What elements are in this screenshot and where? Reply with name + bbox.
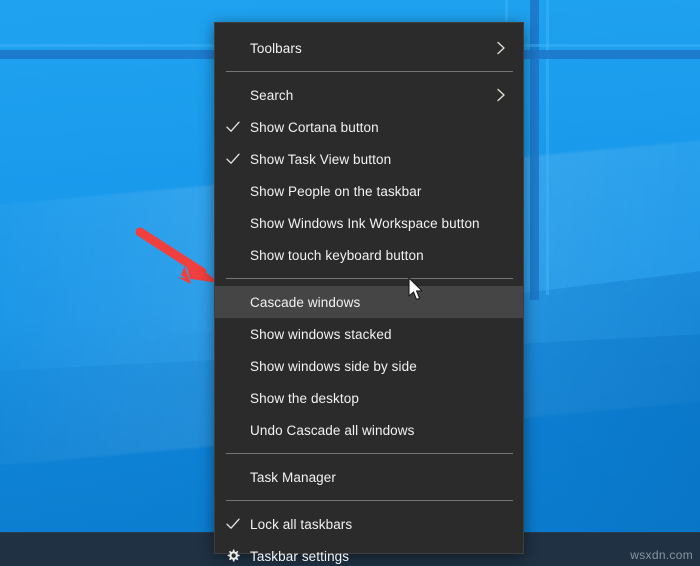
menu-item-label: Show Task View button — [250, 151, 392, 167]
menu-item-show-touch-keyboard-button[interactable]: Show touch keyboard button — [215, 239, 523, 271]
menu-item-label: Search — [250, 87, 294, 103]
menu-item-label: Show Cortana button — [250, 119, 379, 135]
menu-item-label: Show touch keyboard button — [250, 247, 424, 263]
screen: wsxdn.com Toolbars Search Show Cortana but… — [0, 0, 700, 566]
menu-item-show-windows-ink-workspace-button[interactable]: Show Windows Ink Workspace button — [215, 207, 523, 239]
menu-item-gutter — [215, 350, 250, 382]
check-icon — [215, 111, 250, 143]
menu-item-show-cortana-button[interactable]: Show Cortana button — [215, 111, 523, 143]
menu-item-gutter — [215, 461, 250, 493]
check-icon — [215, 508, 250, 540]
menu-item-label: Cascade windows — [250, 294, 361, 310]
menu-item-gutter — [215, 239, 250, 271]
menu-item-label: Show Windows Ink Workspace button — [250, 215, 480, 231]
chevron-right-icon — [493, 88, 509, 102]
gear-icon — [215, 540, 250, 566]
menu-item-gutter — [215, 286, 250, 318]
menu-top-padding — [215, 23, 523, 32]
site-watermark: wsxdn.com — [630, 548, 693, 562]
menu-item-label: Task Manager — [250, 469, 336, 485]
taskbar-context-menu[interactable]: Toolbars Search Show Cortana button Show Ta… — [214, 22, 524, 564]
menu-item-label: Show windows stacked — [250, 326, 392, 342]
chevron-right-icon — [493, 41, 509, 55]
menu-item-gutter — [215, 79, 250, 111]
menu-item-show-task-view-button[interactable]: Show Task View button — [215, 143, 523, 175]
menu-item-search[interactable]: Search — [215, 79, 523, 111]
menu-item-cascade-windows[interactable]: Cascade windows — [215, 286, 523, 318]
check-icon — [215, 143, 250, 175]
menu-item-taskbar-settings[interactable]: Taskbar settings — [215, 540, 523, 566]
menu-item-gutter — [215, 32, 250, 64]
menu-item-gutter — [215, 414, 250, 446]
menu-separator — [226, 71, 513, 72]
menu-item-show-windows-side-by-side[interactable]: Show windows side by side — [215, 350, 523, 382]
menu-separator — [226, 278, 513, 279]
menu-separator — [226, 453, 513, 454]
menu-separator — [226, 500, 513, 501]
menu-item-gutter — [215, 382, 250, 414]
menu-item-label: Show People on the taskbar — [250, 183, 422, 199]
menu-item-label: Show windows side by side — [250, 358, 417, 374]
menu-item-label: Show the desktop — [250, 390, 359, 406]
menu-item-gutter — [215, 318, 250, 350]
menu-item-gutter — [215, 175, 250, 207]
menu-item-label: Undo Cascade all windows — [250, 422, 415, 438]
menu-item-show-people-on-the-taskbar[interactable]: Show People on the taskbar — [215, 175, 523, 207]
menu-item-label: Taskbar settings — [250, 548, 350, 564]
menu-item-gutter — [215, 207, 250, 239]
menu-item-show-windows-stacked[interactable]: Show windows stacked — [215, 318, 523, 350]
menu-item-undo-cascade-all-windows[interactable]: Undo Cascade all windows — [215, 414, 523, 446]
menu-item-list: Toolbars Search Show Cortana button Show Ta… — [215, 32, 523, 566]
menu-item-label: Toolbars — [250, 40, 302, 56]
menu-item-show-the-desktop[interactable]: Show the desktop — [215, 382, 523, 414]
menu-item-toolbars[interactable]: Toolbars — [215, 32, 523, 64]
menu-item-task-manager[interactable]: Task Manager — [215, 461, 523, 493]
menu-item-label: Lock all taskbars — [250, 516, 353, 532]
menu-item-lock-all-taskbars[interactable]: Lock all taskbars — [215, 508, 523, 540]
